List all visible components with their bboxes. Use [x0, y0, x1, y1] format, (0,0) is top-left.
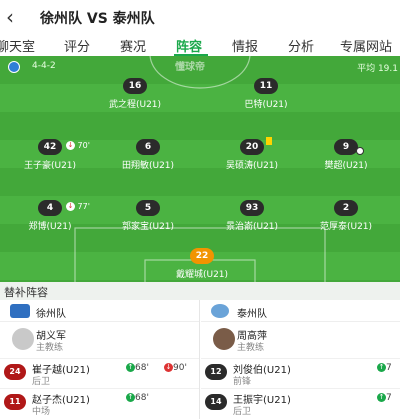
substitution-in-event: ↑ 7 [377, 393, 392, 403]
player-marker[interactable]: 2 范厚泰(U21) [306, 200, 386, 236]
player-number: 9 [334, 139, 358, 155]
substitution-event: ↓ 77' [66, 202, 90, 211]
player-marker[interactable]: 6 田翔敏(U21) [108, 139, 188, 175]
coach-role: 主教练 [36, 343, 64, 353]
tab-bar: 聊天室 评分 赛况 阵容 情报 分析 专属网站 [0, 34, 400, 56]
player-marker[interactable]: 5 郭家宝(U21) [108, 200, 188, 236]
lineup-pitch: 4-4-2 懂球帝 平均 19.1 16 武之程(U21) 11 巴特(U21)… [0, 56, 400, 282]
substitution-event: ↓ 70' [66, 141, 90, 150]
substitution-in-event: ↑ 68' [126, 363, 149, 373]
sub-player-row[interactable]: 12 刘俊伯(U21) 前锋 ↑ 7 [201, 358, 400, 387]
tab-intel[interactable]: 情报 [232, 36, 258, 55]
sub-player-row[interactable]: 14 王振宇(U21) 后卫 ↑ 7 [201, 388, 400, 417]
substitution-in-event: ↑ 68' [126, 393, 149, 403]
team-crest-icon [10, 304, 30, 318]
player-name: 巴特(U21) [244, 100, 288, 110]
subs-title: 替补阵容 [4, 286, 48, 299]
player-position: 后卫 [233, 407, 252, 417]
player-name: 郑博(U21) [28, 222, 72, 232]
player-marker[interactable]: 93 景治嵛(U21) [212, 200, 292, 236]
sub-player-row[interactable]: 24 崔子越(U21) 后卫 ↑ 68' ↓ 90' [0, 358, 199, 387]
substitution-in-icon: ↑ [377, 393, 386, 402]
tab-lineup[interactable]: 阵容 [176, 36, 202, 55]
player-number: 42 [38, 139, 62, 155]
player-number: 6 [136, 139, 160, 155]
player-name: 樊超(U21) [324, 161, 368, 171]
goal-ball-icon [356, 147, 364, 155]
player-marker[interactable]: 20 吴硕涛(U21) [212, 137, 292, 175]
player-name: 戴耀城(U21) [175, 270, 229, 280]
player-number: 93 [240, 200, 264, 216]
player-number: 12 [205, 364, 227, 380]
player-number: 20 [240, 139, 264, 155]
subs-section-header: 替补阵容 [0, 282, 400, 300]
player-name: 景治嵛(U21) [225, 222, 279, 232]
player-name: 郭家宝(U21) [121, 222, 175, 232]
player-position: 后卫 [32, 377, 51, 387]
team-row: 泰州队 [201, 300, 400, 322]
yellow-card-icon [266, 137, 272, 145]
substitution-in-event: ↑ 7 [377, 363, 392, 373]
substitution-out-icon: ↓ [164, 363, 173, 372]
team-name: 徐州队 [36, 309, 66, 320]
player-marker[interactable]: 42 ↓ 70' 王子豪(U21) [10, 139, 90, 175]
match-header: ‹ 徐州队 VS 泰州队 [0, 0, 400, 34]
tab-site[interactable]: 专属网站 [340, 36, 392, 55]
tab-chatroom[interactable]: 聊天室 [0, 36, 35, 55]
substitution-in-icon: ↑ [126, 393, 135, 402]
player-name: 范厚泰(U21) [319, 222, 373, 232]
team-logo-icon [8, 61, 20, 73]
goalkeeper-marker[interactable]: 22 戴耀城(U21) [162, 248, 242, 282]
player-number: 14 [205, 394, 227, 410]
player-position: 中场 [32, 407, 51, 417]
average-age-label: 平均 19.1 [357, 64, 398, 74]
sub-player-row[interactable]: 11 赵子杰(U21) 中场 ↑ 68' [0, 388, 199, 417]
substitution-out-event: ↓ 90' [164, 363, 187, 373]
player-number: 4 [38, 200, 62, 216]
player-number: 24 [4, 364, 26, 380]
coach-row[interactable]: 周高萍 主教练 [201, 326, 400, 354]
player-number: 11 [4, 394, 26, 410]
coach-role: 主教练 [237, 343, 265, 353]
player-name: 武之程(U21) [108, 100, 162, 110]
coach-row[interactable]: 胡义军 主教练 [0, 326, 199, 354]
substitution-out-icon: ↓ [66, 141, 75, 150]
tab-live[interactable]: 赛况 [120, 36, 146, 55]
home-subs-column: 徐州队 胡义军 主教练 24 崔子越(U21) 后卫 ↑ 68' ↓ 90' 11 … [0, 300, 200, 419]
team-name: 泰州队 [237, 309, 267, 320]
player-name: 吴硕涛(U21) [225, 161, 279, 171]
player-number: 11 [254, 78, 278, 94]
substitution-in-icon: ↑ [126, 363, 135, 372]
team-crest-icon [211, 304, 229, 318]
away-subs-column: 泰州队 周高萍 主教练 12 刘俊伯(U21) 前锋 ↑ 7 14 王振宇(U21… [201, 300, 400, 419]
player-marker[interactable]: 16 武之程(U21) [95, 78, 175, 114]
player-name: 田翔敏(U21) [121, 161, 175, 171]
player-number: 16 [123, 78, 147, 94]
player-position: 前锋 [233, 377, 252, 387]
tab-analysis[interactable]: 分析 [288, 36, 314, 55]
player-number: 5 [136, 200, 160, 216]
substitution-out-icon: ↓ [66, 202, 75, 211]
player-name: 王子豪(U21) [23, 161, 77, 171]
substitution-in-icon: ↑ [377, 363, 386, 372]
formation-label: 4-4-2 [32, 61, 56, 71]
tab-ratings[interactable]: 评分 [64, 36, 90, 55]
avatar [213, 328, 235, 350]
player-marker[interactable]: 11 巴特(U21) [226, 78, 306, 114]
avatar [12, 328, 34, 350]
watermark-logo: 懂球帝 [175, 62, 205, 73]
player-marker[interactable]: 4 ↓ 77' 郑博(U21) [10, 200, 90, 236]
match-title: 徐州队 VS 泰州队 [40, 11, 155, 27]
player-marker[interactable]: 9 樊超(U21) [306, 139, 386, 175]
player-number: 22 [190, 248, 214, 264]
player-number: 2 [334, 200, 358, 216]
chevron-left-icon[interactable]: ‹ [6, 6, 26, 28]
pitch-info-bar: 4-4-2 懂球帝 平均 19.1 [0, 56, 400, 76]
team-row: 徐州队 [0, 300, 199, 322]
